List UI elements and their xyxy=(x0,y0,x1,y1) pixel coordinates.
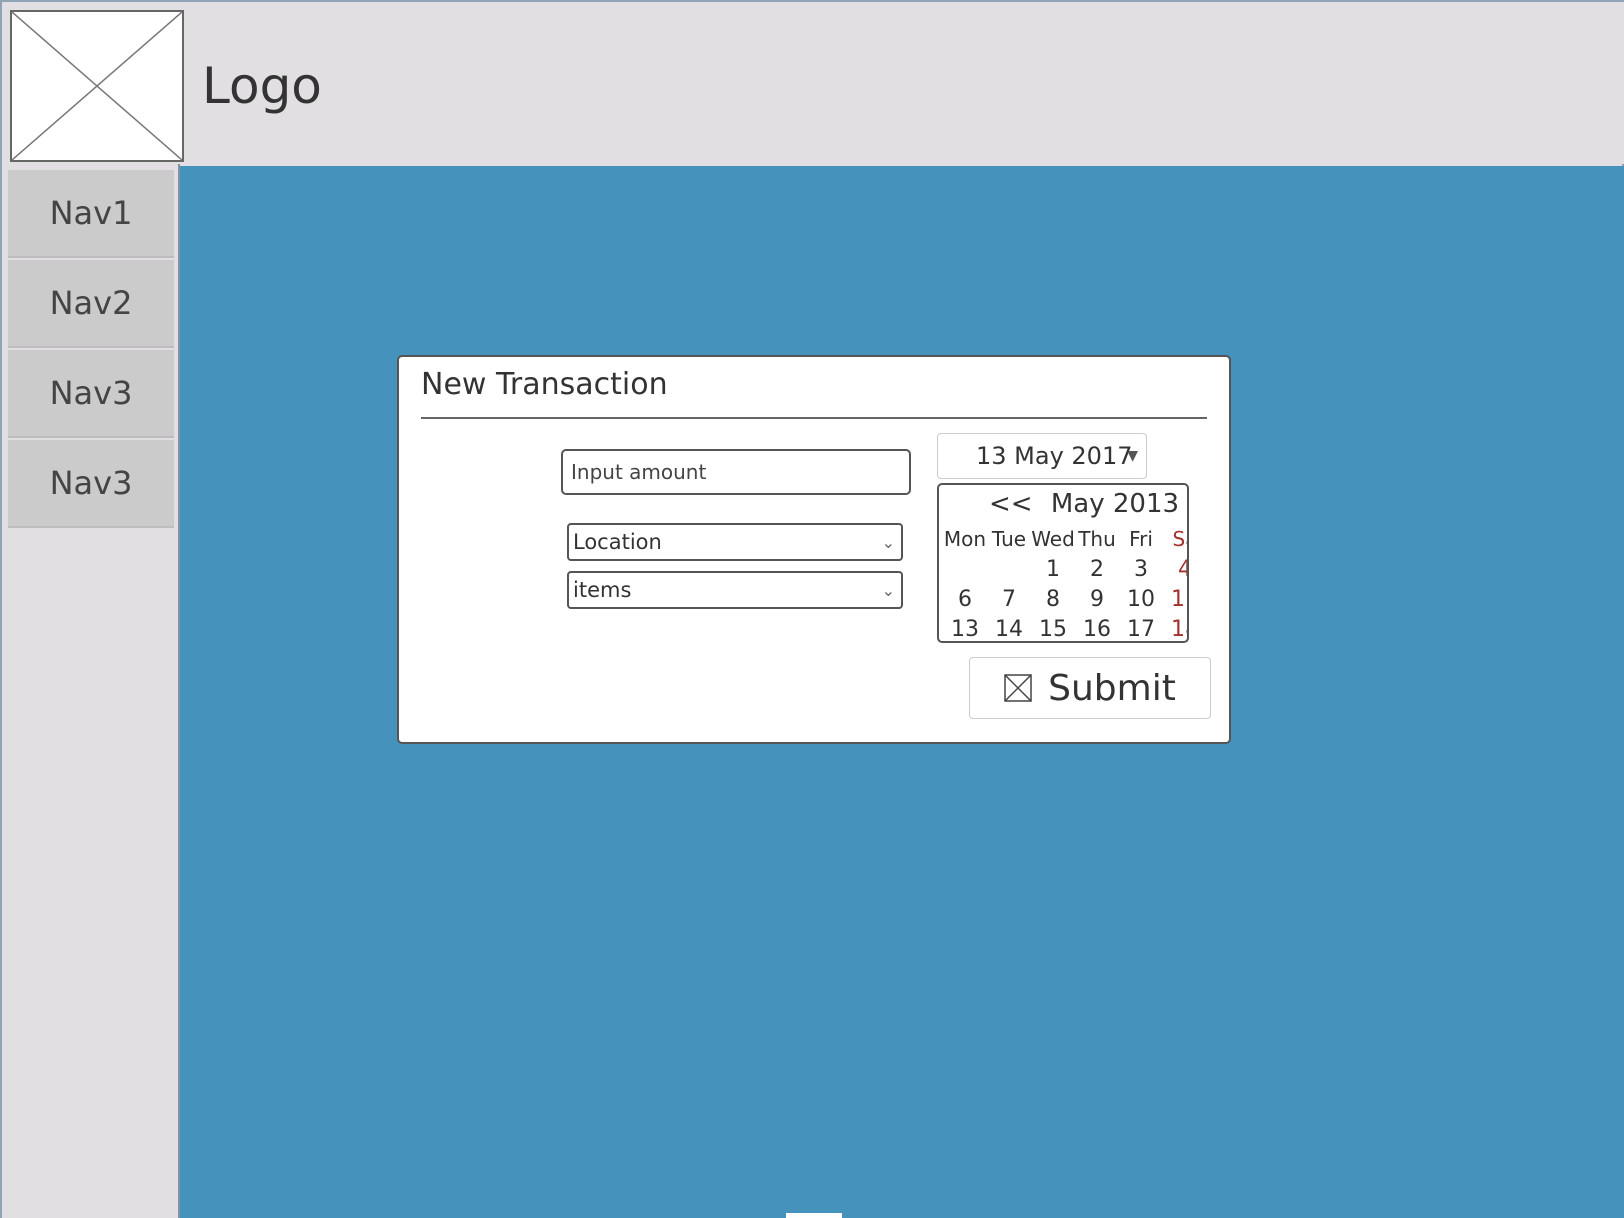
submit-label: Submit xyxy=(1048,667,1176,709)
sidebar-item-nav3-second[interactable]: Nav3 xyxy=(8,440,174,528)
items-select-value: items xyxy=(573,578,632,602)
checkbox-x-icon xyxy=(1004,674,1032,702)
calendar: << May 2013 > MonTueWedThuFriSa123467891… xyxy=(937,483,1189,643)
calendar-day[interactable]: 1 xyxy=(1031,557,1075,587)
logo-text: Logo xyxy=(202,57,322,115)
calendar-day-of-week: Wed xyxy=(1031,527,1075,551)
new-transaction-dialog: New Transaction Location ⌄ items ⌄ 13 Ma… xyxy=(397,355,1231,744)
sidebar-item-nav2[interactable]: Nav2 xyxy=(8,260,174,348)
calendar-day-of-week: Fri xyxy=(1129,527,1153,551)
calendar-day[interactable]: 18 xyxy=(1163,617,1187,641)
calendar-day-of-week: Tue xyxy=(991,527,1027,551)
chevron-down-icon: ⌄ xyxy=(881,533,895,552)
image-placeholder-icon xyxy=(12,12,182,160)
submit-button[interactable]: Submit xyxy=(969,657,1211,719)
dialog-title: New Transaction xyxy=(421,367,668,402)
sidebar: Nav1 Nav2 Nav3 Nav3 xyxy=(2,164,180,1218)
calendar-day[interactable]: 6 xyxy=(943,587,987,617)
calendar-day[interactable]: 11 xyxy=(1163,587,1187,617)
calendar-header: << May 2013 > xyxy=(989,489,1187,519)
calendar-day[interactable]: 2 xyxy=(1075,557,1119,587)
calendar-month-label: May 2013 xyxy=(1050,489,1180,519)
calendar-day[interactable]: 9 xyxy=(1075,587,1119,617)
location-select-value: Location xyxy=(573,530,662,554)
calendar-day[interactable]: 16 xyxy=(1075,617,1119,641)
amount-input[interactable] xyxy=(561,449,911,495)
caret-down-icon: ▼ xyxy=(1127,448,1138,464)
calendar-day-of-week: Sa xyxy=(1172,527,1187,551)
calendar-empty-cell xyxy=(943,557,987,587)
calendar-empty-cell xyxy=(987,557,1031,587)
calendar-day[interactable]: 4 xyxy=(1163,557,1187,587)
calendar-day[interactable]: 17 xyxy=(1119,617,1163,641)
chevron-down-icon: ⌄ xyxy=(881,581,895,600)
items-select[interactable]: items ⌄ xyxy=(567,571,903,609)
calendar-day[interactable]: 3 xyxy=(1119,557,1163,587)
calendar-day-of-week: Thu xyxy=(1078,527,1116,551)
bottom-handle xyxy=(786,1213,842,1218)
calendar-day[interactable]: 14 xyxy=(987,617,1031,641)
sidebar-item-nav3[interactable]: Nav3 xyxy=(8,350,174,438)
dialog-divider xyxy=(421,417,1207,419)
sidebar-item-nav1[interactable]: Nav1 xyxy=(8,170,174,258)
calendar-grid: MonTueWedThu Fri Sa 1234 67891011 13141516171… xyxy=(943,527,1187,641)
calendar-day[interactable]: 15 xyxy=(1031,617,1075,641)
date-picker-value: 13 May 2017 xyxy=(976,442,1133,470)
location-select[interactable]: Location ⌄ xyxy=(567,523,903,561)
calendar-prev-button[interactable]: << xyxy=(989,489,1033,519)
calendar-day[interactable]: 7 xyxy=(987,587,1031,617)
calendar-day[interactable]: 10 xyxy=(1119,587,1163,617)
calendar-day[interactable]: 13 xyxy=(943,617,987,641)
logo-image-placeholder xyxy=(10,10,184,162)
date-picker[interactable]: 13 May 2017 ▼ xyxy=(937,433,1147,479)
calendar-day[interactable]: 8 xyxy=(1031,587,1075,617)
header: Logo xyxy=(2,2,1624,164)
calendar-day-of-week: Mon xyxy=(943,527,987,551)
